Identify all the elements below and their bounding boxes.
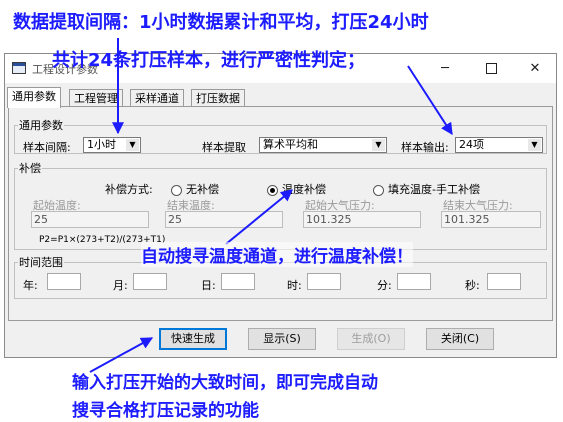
annotation-line-2: 共计24条打压样本，进行严密性判定； bbox=[52, 50, 366, 71]
annotation-line-1: 数据提取间隔：1小时数据累计和平均，打压24小时 bbox=[13, 12, 429, 33]
annotation-line-3: 自动搜寻温度通道，进行温度补偿！ bbox=[141, 242, 413, 267]
annotation-line-5: 搜寻合格打压记录的功能 bbox=[72, 401, 259, 421]
arrow-to-temperature bbox=[225, 189, 293, 245]
annotation-line-4: 输入打压开始的大致时间，即可完成自动 bbox=[72, 373, 378, 393]
arrow-to-output bbox=[407, 65, 453, 136]
arrow-to-quick-generate bbox=[89, 337, 154, 373]
tab-general[interactable]: 通用参数 bbox=[7, 87, 61, 108]
